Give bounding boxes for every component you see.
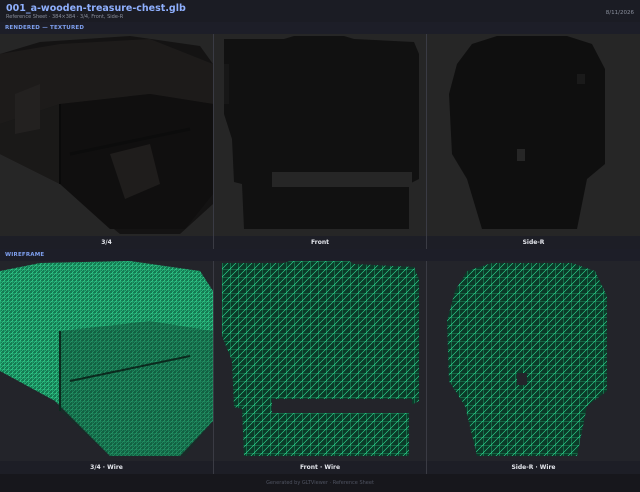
- caption-side-wire: Side-R · Wire: [427, 461, 640, 474]
- chest-side-wire: [447, 263, 607, 456]
- chest-front-render: [224, 36, 419, 229]
- caption-3q: 3/4: [0, 236, 213, 249]
- chest-side-render: [449, 36, 605, 229]
- chest-3q-render: [0, 36, 213, 234]
- sheet-subtitle: Reference Sheet · 384×384 · 3/4, Front, …: [6, 14, 124, 20]
- wireframe-section-bar: [0, 249, 640, 261]
- header-bar: 001_a-wooden-treasure-chest.glb Referenc…: [0, 0, 640, 22]
- render-view-front[interactable]: [214, 34, 426, 236]
- caption-front: Front: [214, 236, 426, 249]
- caption-front-wire: Front · Wire: [214, 461, 426, 474]
- wire-view-side[interactable]: [427, 261, 640, 461]
- caption-side: Side-R: [427, 236, 640, 249]
- footer-text: Generated by GLTViewer · Reference Sheet: [266, 480, 374, 486]
- render-view-3q[interactable]: [0, 34, 213, 236]
- chest-3q-wire: [0, 261, 213, 456]
- caption-3q-wire: 3/4 · Wire: [0, 461, 213, 474]
- render-view-side[interactable]: [427, 34, 640, 236]
- rendered-section-bar: [0, 22, 640, 34]
- wire-view-front[interactable]: [214, 261, 426, 461]
- sheet-date: 8/11/2026: [605, 10, 634, 16]
- wireframe-section-label: WIREFRAME: [5, 252, 45, 258]
- wire-view-3q[interactable]: [0, 261, 213, 461]
- file-title: 001_a-wooden-treasure-chest.glb: [6, 3, 186, 14]
- chest-front-wire: [222, 261, 419, 456]
- rendered-section-label: RENDERED — TEXTURED: [5, 25, 85, 31]
